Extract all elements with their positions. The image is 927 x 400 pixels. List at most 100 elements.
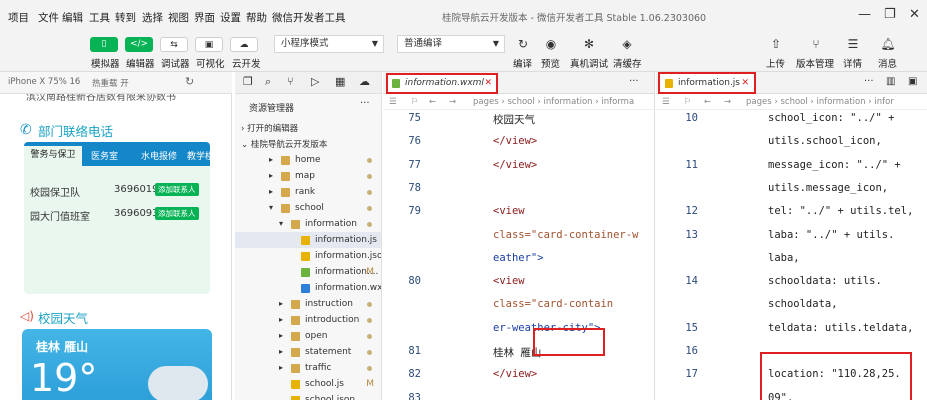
tree-item[interactable]: ▾ information [235, 216, 381, 232]
cloud-icon[interactable]: ☁ [359, 75, 370, 88]
search-icon[interactable]: ⌕ [265, 75, 271, 89]
compile-select[interactable]: 普通编译 ▼ [397, 35, 505, 53]
realdebug-icon[interactable]: ✻ [578, 37, 600, 51]
maximize-icon[interactable]: ❐ [884, 7, 896, 22]
more-icon[interactable]: ··· [864, 76, 874, 87]
contact-phone: 3696093 [114, 208, 159, 219]
preview-icon[interactable]: ◉ [540, 37, 562, 51]
tree-item-label: rank [295, 187, 316, 197]
tab-repair[interactable]: 水电报修 [141, 149, 177, 162]
close-icon[interactable]: ✕ [909, 7, 920, 22]
tree-item[interactable]: ▸ open [235, 328, 381, 344]
menu-item[interactable]: 设置 [220, 10, 241, 25]
mode-select[interactable]: 小程序模式 ▼ [274, 35, 384, 53]
debug-icon[interactable]: ▷ [311, 75, 319, 88]
tree-item[interactable]: information.js [235, 232, 381, 248]
editor-toggle-button[interactable]: </> [125, 37, 153, 52]
menu-item[interactable]: 转到 [115, 10, 136, 25]
simulator-view: 滨汉南路桂新谷居数有限来协数书 ✆ 部门联络电话 警务与保卫 医务室 水电报修 … [0, 94, 232, 400]
minimize-icon[interactable]: — [858, 7, 871, 22]
tree-item[interactable]: ▸ statement [235, 344, 381, 360]
code-line[interactable]: message_icon: "../" + [768, 159, 901, 171]
code-line[interactable]: tel: "../" + utils.tel, [768, 205, 913, 217]
forward-icon[interactable]: → [449, 94, 456, 110]
tab-security[interactable]: 警务与保卫 [24, 146, 82, 166]
tree-item[interactable]: information.... M [235, 264, 381, 280]
compile-icon[interactable]: ↻ [512, 37, 534, 51]
project-section[interactable]: ⌄ 桂院导航云开发版本 [241, 138, 327, 150]
tree-item[interactable]: ▸ traffic [235, 360, 381, 376]
code-line[interactable]: </view> [493, 368, 537, 380]
more-icon[interactable]: ··· [629, 76, 639, 87]
device-select[interactable]: iPhone X 75% 16 [8, 77, 80, 87]
open-editors-section[interactable]: › 打开的编辑器 [241, 122, 298, 134]
tree-item[interactable]: ▸ home [235, 152, 381, 168]
code-line[interactable]: utils.school_icon, [768, 135, 882, 147]
list-icon[interactable]: ☰ [662, 94, 670, 110]
tree-item[interactable]: school.js M [235, 376, 381, 392]
tab-clinic[interactable]: 医务室 [91, 149, 118, 162]
more-icon[interactable]: ··· [360, 98, 370, 109]
visual-toggle-button[interactable]: ▣ [195, 37, 223, 52]
forward-icon[interactable]: → [724, 94, 731, 110]
version-icon[interactable]: ⑂ [805, 37, 827, 51]
visual-label: 可视化 [196, 59, 225, 70]
add-contact-button[interactable]: 添加联系人 [155, 183, 199, 196]
code-line[interactable]: </view> [493, 135, 537, 147]
code-line[interactable]: utils.message_icon, [768, 182, 888, 194]
code-line[interactable]: <view [493, 205, 525, 217]
add-contact-button[interactable]: 添加联系人 [155, 207, 199, 220]
detail-icon[interactable]: ☰ [842, 37, 864, 51]
code-line[interactable]: laba, [768, 252, 800, 264]
menu-item[interactable]: 帮助 [246, 10, 267, 25]
files-icon[interactable]: ❐ [243, 75, 253, 88]
code-line[interactable]: class="card-container-w [493, 229, 638, 241]
split-editor-icon[interactable]: ▥ [886, 76, 895, 87]
code-line[interactable]: <view [493, 275, 525, 287]
code-line[interactable]: laba: "../" + utils. [768, 229, 894, 241]
code-line[interactable]: class="card-contain [493, 298, 613, 310]
menu-item[interactable]: 选择 [142, 10, 163, 25]
menu-item[interactable]: 工具 [89, 10, 110, 25]
menu-item[interactable]: 视图 [168, 10, 189, 25]
hotreload-toggle[interactable]: 热重载 开 [92, 77, 129, 89]
code-line[interactable]: 校园天气 [493, 112, 535, 127]
tree-item[interactable]: ▸ map [235, 168, 381, 184]
tree-item[interactable]: information.json [235, 248, 381, 264]
code-line[interactable]: school_icon: "../" + [768, 112, 894, 124]
bookmark-icon[interactable]: ⚐ [684, 94, 692, 110]
upload-icon[interactable]: ⇧ [765, 37, 787, 51]
tree-item[interactable]: ▸ introduction [235, 312, 381, 328]
debugger-toggle-button[interactable]: ⇆ [160, 37, 188, 52]
code-line[interactable]: schooldata, [768, 298, 838, 310]
menu-item[interactable]: 编辑 [62, 10, 83, 25]
menu-item[interactable]: 界面 [194, 10, 215, 25]
simulator-toggle-button[interactable]: ▯ [90, 37, 118, 52]
message-icon[interactable]: 🔔︎ [877, 37, 899, 51]
bookmark-icon[interactable]: ⚐ [411, 94, 419, 110]
code-line[interactable]: schooldata: utils. [768, 275, 882, 287]
cloud-button[interactable]: ☁ [230, 37, 258, 52]
status-dot [367, 206, 372, 211]
tree-item[interactable]: information.wxss [235, 280, 381, 296]
layout-icon[interactable]: ▣ [908, 76, 917, 87]
tree-item[interactable]: ▾ school [235, 200, 381, 216]
clearcache-icon[interactable]: ◈ [616, 37, 638, 51]
extensions-icon[interactable]: ▦ [335, 75, 345, 88]
back-icon[interactable]: ← [704, 94, 711, 110]
refresh-icon[interactable]: ↻ [185, 75, 194, 88]
tree-item[interactable]: ▸ instruction [235, 296, 381, 312]
code-line[interactable]: eather"> [493, 252, 544, 264]
list-icon[interactable]: ☰ [389, 94, 397, 110]
back-icon[interactable]: ← [429, 94, 436, 110]
code-line[interactable]: teldata: utils.teldata, [768, 322, 913, 334]
source-control-icon[interactable]: ⑂ [287, 75, 294, 88]
tree-item[interactable]: ▸ rank [235, 184, 381, 200]
code-line[interactable]: </view> [493, 159, 537, 171]
tree-item[interactable]: school.json [235, 392, 381, 400]
menu-item[interactable]: 项目 [8, 10, 29, 25]
chevron-right-icon: ▸ [279, 331, 284, 340]
menu-item[interactable]: 文件 [38, 10, 59, 25]
tab-teaching[interactable]: 教学楼 [187, 149, 210, 162]
menu-item[interactable]: 微信开发者工具 [272, 10, 346, 25]
